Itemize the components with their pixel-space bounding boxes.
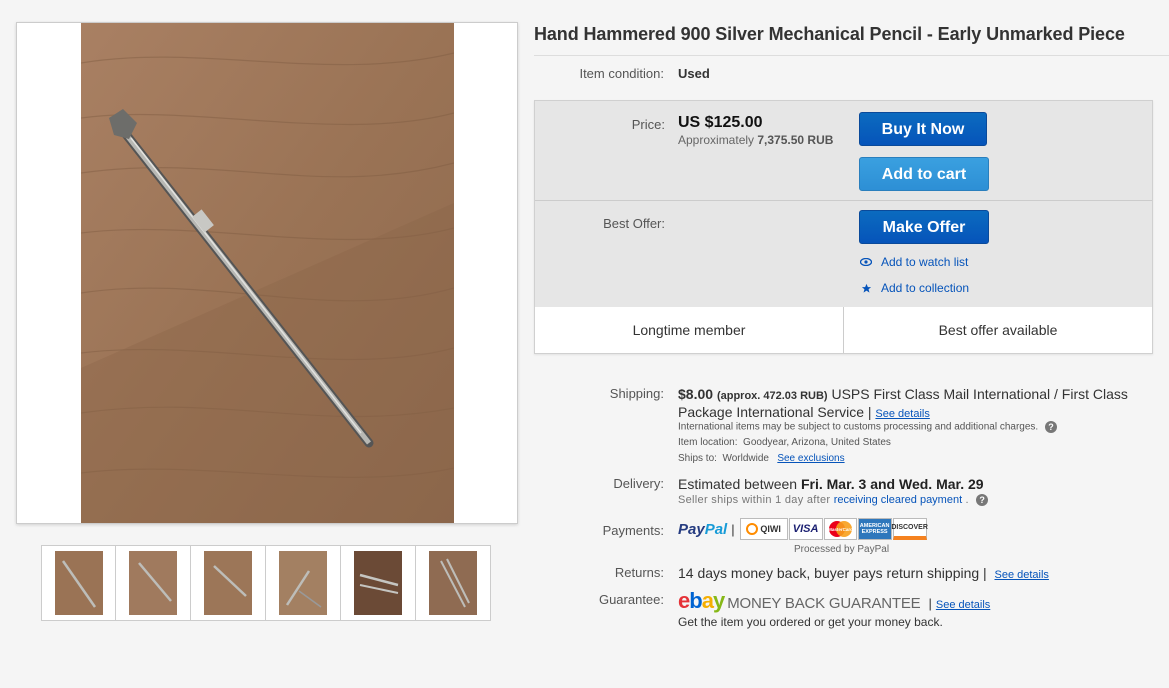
add-to-watch-list-link[interactable]: Add to watch list — [860, 255, 968, 269]
badge-best-offer: Best offer available — [843, 307, 1152, 353]
item-location: Item location: Goodyear, Arizona, United… — [678, 437, 891, 448]
guarantee-row: ebay MONEY BACK GUARANTEE | See details — [678, 588, 990, 614]
best-offer-label: Best Offer: — [603, 216, 665, 231]
guarantee-subtext: Get the item you ordered or get your mon… — [678, 615, 943, 629]
handling-time: Seller ships within 1 day after receivin… — [678, 494, 989, 507]
discover-card-icon: DISCOVER — [891, 518, 928, 540]
eye-icon — [860, 256, 872, 268]
star-icon — [860, 282, 872, 294]
processed-by-paypal: Processed by PayPal — [794, 544, 890, 555]
condition-label: Item condition: — [579, 66, 664, 81]
add-to-collection-link[interactable]: Add to collection — [860, 281, 969, 295]
customs-note: International items may be subject to cu… — [678, 421, 1057, 433]
visa-card-icon: VISA — [788, 518, 823, 540]
thumbnail-3[interactable] — [191, 545, 266, 621]
shipping-approx: (approx. 472.03 RUB) — [716, 390, 828, 402]
ships-to-label: Ships to: — [678, 453, 717, 464]
title-divider — [534, 55, 1169, 56]
price-approx-prefix: Approximately — [678, 133, 755, 147]
badge-longtime-member: Longtime member — [632, 322, 746, 338]
thumbnail-4[interactable] — [266, 545, 341, 621]
ebay-logo: ebay — [678, 588, 725, 613]
shipping-see-details-link[interactable]: See details — [875, 408, 929, 420]
thumbnail-5[interactable] — [341, 545, 416, 621]
mastercard-icon: MasterCard — [823, 518, 857, 540]
guarantee-label: Guarantee: — [598, 592, 664, 607]
ships-to: Ships to: Worldwide See exclusions — [678, 453, 845, 464]
shipping-cost: $8.00 — [678, 386, 714, 402]
shipping-summary: $8.00 (approx. 472.03 RUB) USPS First Cl… — [678, 386, 1128, 420]
help-icon[interactable]: ? — [1044, 421, 1057, 433]
help-icon[interactable]: ? — [976, 494, 989, 507]
money-back-guarantee-text: MONEY BACK GUARANTEE — [727, 595, 921, 612]
item-title: Hand Hammered 900 Silver Mechanical Penc… — [534, 24, 1125, 44]
add-to-cart-button[interactable]: Add to cart — [859, 157, 989, 191]
shipping-label: Shipping: — [609, 386, 664, 401]
returns-label: Returns: — [614, 565, 664, 580]
item-location-label: Item location: — [678, 437, 738, 448]
watch-list-label: Add to watch list — [881, 255, 969, 269]
make-offer-button[interactable]: Make Offer — [859, 210, 989, 244]
amex-card-icon: AMERICAN EXPRESS — [857, 518, 892, 540]
buy-box-divider — [535, 200, 1152, 201]
see-exclusions-link[interactable]: See exclusions — [777, 453, 844, 464]
svg-text:MasterCard: MasterCard — [828, 527, 853, 532]
handling-prefix: Seller ships within 1 day after — [678, 494, 831, 506]
price-value: US $125.00 — [678, 114, 763, 131]
buy-box: Price: US $125.00 Approximately 7,375.50… — [534, 100, 1153, 354]
returns-value: 14 days money back, buyer pays return sh… — [678, 565, 1049, 581]
guarantee-see-details-link[interactable]: See details — [936, 599, 990, 611]
main-image-viewer[interactable] — [16, 22, 518, 524]
main-product-photo[interactable] — [81, 23, 454, 523]
returns-see-details-link[interactable]: See details — [994, 569, 1048, 581]
price-label: Price: — [631, 117, 665, 132]
delivery-prefix: Estimated between — [678, 476, 798, 492]
price-approx: Approximately 7,375.50 RUB — [678, 133, 833, 147]
collection-label: Add to collection — [881, 281, 970, 295]
payments-label: Payments: — [602, 523, 664, 538]
payment-methods: PayPal | QIWI VISA MasterCard AMERICAN E… — [678, 518, 928, 540]
thumbnail-1[interactable] — [41, 545, 116, 621]
delivery-estimate: Estimated between Fri. Mar. 3 and Wed. M… — [678, 476, 984, 492]
thumbnail-strip — [41, 545, 491, 621]
ships-to-value: Worldwide — [722, 453, 769, 464]
payment-separator: | — [731, 521, 735, 537]
seller-badges: Longtime member Best offer available — [535, 307, 1152, 353]
delivery-dates: Fri. Mar. 3 and Wed. Mar. 29 — [800, 476, 984, 492]
qiwi-card-icon: QIWI — [739, 518, 788, 540]
cleared-payment-link[interactable]: receiving cleared payment — [834, 494, 962, 506]
price-approx-value: 7,375.50 RUB — [757, 133, 834, 147]
thumbnail-2[interactable] — [116, 545, 191, 621]
buy-it-now-button[interactable]: Buy It Now — [859, 112, 987, 146]
guarantee-separator: | — [928, 596, 932, 611]
condition-value: Used — [678, 66, 710, 81]
item-location-value: Goodyear, Arizona, United States — [743, 437, 891, 448]
delivery-label: Delivery: — [613, 476, 664, 491]
customs-note-text: International items may be subject to cu… — [678, 421, 1039, 433]
thumbnail-6[interactable] — [416, 545, 491, 621]
paypal-logo: PayPal — [678, 520, 728, 538]
returns-policy: 14 days money back, buyer pays return sh… — [678, 565, 980, 581]
